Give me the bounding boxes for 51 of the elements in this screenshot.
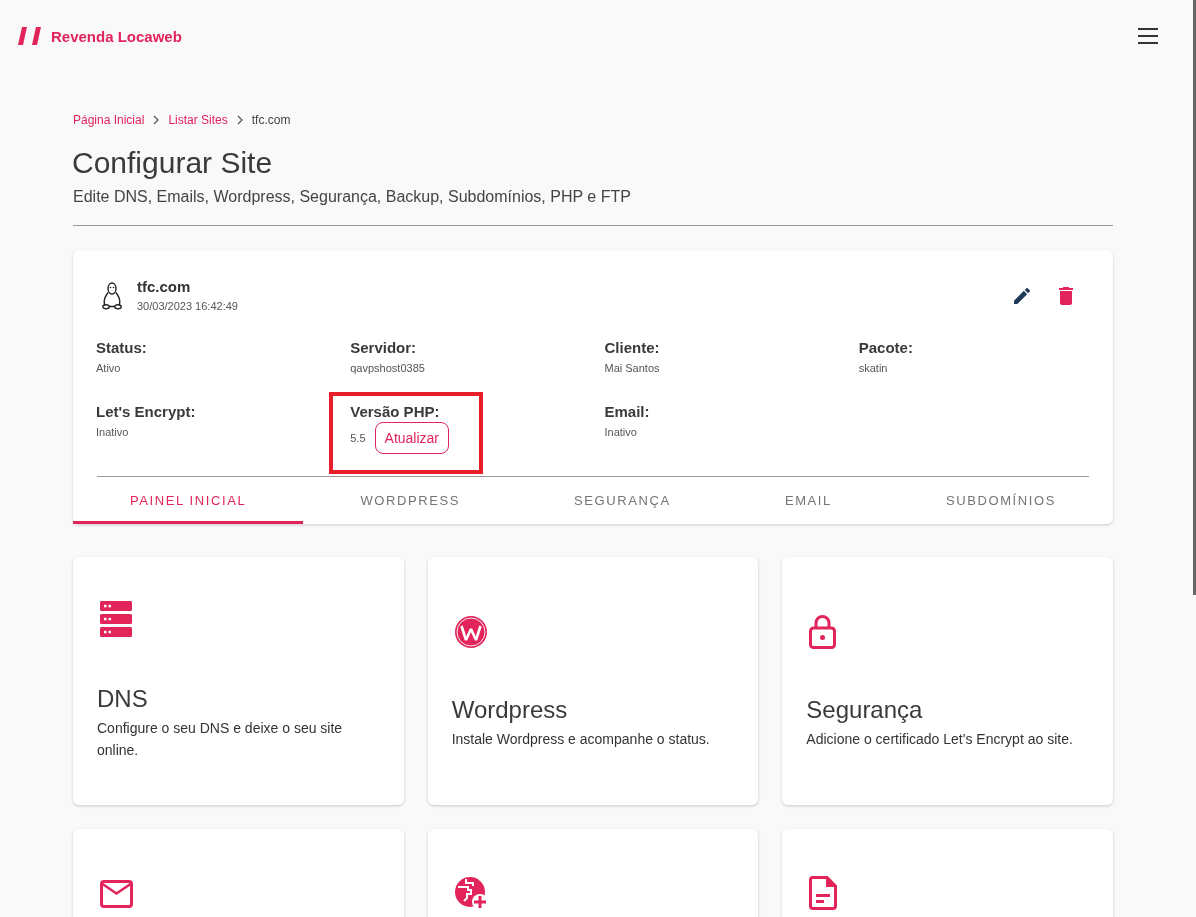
- field-label: Status:: [96, 338, 147, 358]
- tab[interactable]: WORDPRESS: [303, 477, 518, 524]
- chevron-icon: [236, 115, 243, 125]
- field-label: Cliente:: [604, 338, 660, 358]
- envelope-icon: [100, 880, 133, 908]
- pencil-icon[interactable]: [1014, 288, 1030, 304]
- update-button[interactable]: Atualizar: [374, 422, 449, 454]
- breadcrumb-current: tfc.com: [251, 112, 291, 128]
- penguin-icon: [102, 282, 122, 310]
- field-value: Inativo: [604, 425, 637, 440]
- chevron-icon: [153, 115, 160, 125]
- field-value: 5.5: [350, 431, 366, 446]
- globe-plus-icon: [454, 877, 489, 911]
- site-name: tfc.com: [137, 277, 192, 297]
- field-value: Mai Santos: [604, 361, 660, 376]
- card-title: DNS: [97, 685, 148, 713]
- tab[interactable]: SUBDOMÍNIOS: [888, 477, 1114, 524]
- menu-icon[interactable]: [1138, 28, 1158, 44]
- card-title: Wordpress: [451, 696, 568, 724]
- round-logo-icon: [454, 616, 487, 648]
- feature-card[interactable]: Wordpress Instale Wordpress e acompanhe o status.: [427, 557, 759, 805]
- lock-icon: [809, 614, 837, 649]
- brand-name[interactable]: Revenda Locaweb: [51, 27, 182, 45]
- page-subtitle: Edite DNS, Emails, Wordpress, Segurança, Backup, Subdomínios, PHP e FTP: [73, 187, 632, 207]
- field-value: Inativo: [96, 425, 129, 440]
- tab[interactable]: EMAIL: [727, 477, 889, 524]
- feature-card[interactable]: DNS Configure o seu DNS e deixe o seu site online.: [73, 557, 404, 805]
- field-label: Versão PHP:: [350, 402, 440, 422]
- slashes-logo-icon: [18, 27, 41, 45]
- site-date: 30/03/2023 16:42:49: [137, 299, 238, 314]
- trash-icon[interactable]: [1059, 287, 1073, 305]
- field-value: Ativo: [96, 361, 121, 376]
- card-description: Adicione o certificado Let's Encrypt ao site.: [806, 730, 1073, 749]
- feature-card[interactable]: Segurança Adicione o certificado Let's Encrypt ao site.: [782, 557, 1113, 805]
- card-description: Instale Wordpress e acompanhe o status.: [451, 730, 710, 749]
- breadcrumb-link[interactable]: Listar Sites: [168, 112, 228, 128]
- tab[interactable]: PAINEL INICIAL: [73, 477, 304, 524]
- server-icon: [100, 601, 132, 637]
- field-label: Let's Encrypt:: [96, 402, 196, 422]
- field-label: Pacote:: [858, 338, 913, 358]
- field-label: Email:: [604, 402, 650, 422]
- breadcrumb-link[interactable]: Página Inicial: [73, 112, 145, 128]
- tab[interactable]: SEGURANÇA: [517, 477, 728, 524]
- document-icon: [809, 876, 838, 910]
- field-label: Servidor:: [350, 338, 417, 358]
- card-description: Configure o seu DNS e deixe o seu site online.: [97, 719, 344, 760]
- scrollbar-thumb[interactable]: [1193, 0, 1196, 595]
- field-value: skatin: [858, 361, 888, 376]
- card-title: Segurança: [806, 696, 923, 724]
- page-title: Configurar Site: [72, 145, 274, 181]
- field-value: qavpshost0385: [350, 361, 425, 376]
